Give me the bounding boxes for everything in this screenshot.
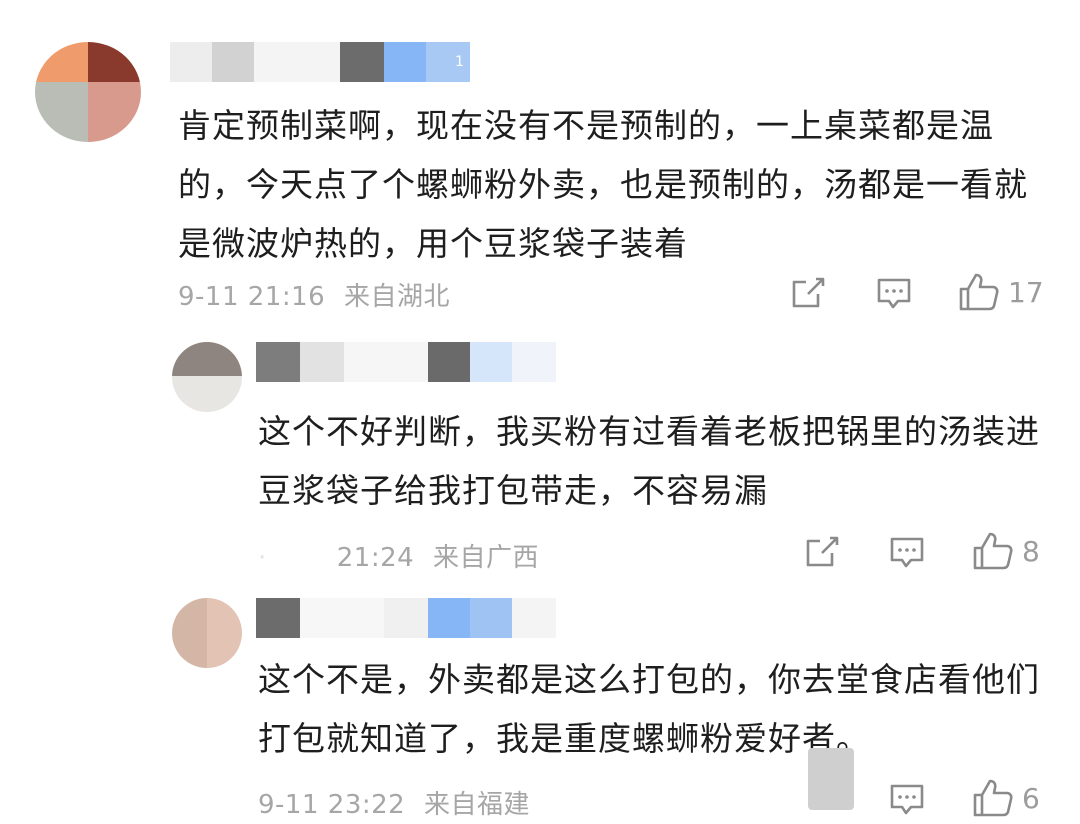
username-blurred[interactable]: [170, 42, 470, 82]
like-count: 8: [1022, 534, 1040, 568]
avatar[interactable]: [172, 342, 242, 412]
thumbs-up-icon: [972, 531, 1014, 571]
like-button[interactable]: 6: [972, 778, 1040, 818]
comment-location: 来自广西: [432, 543, 539, 573]
avatar[interactable]: [35, 42, 141, 142]
comment-meta: · 21:24 来自广西: [258, 537, 539, 574]
username-blurred[interactable]: [256, 342, 556, 382]
share-button[interactable]: [804, 535, 840, 569]
comment-time: 9-11 23:22: [258, 790, 406, 820]
comment-time-blurred: ·: [258, 543, 267, 573]
comment-time: 21:24: [336, 543, 415, 573]
share-external-icon: [804, 535, 840, 569]
comment-meta: 9-11 23:22 来自福建: [258, 784, 530, 821]
comment-reply-item: 这个不好判断，我买粉有过看着老板把锅里的汤装进豆浆袋子给我打包带走，不容易漏 ·…: [0, 330, 1080, 580]
like-button[interactable]: 8: [972, 531, 1040, 571]
comment-time: 9-11 21:16: [178, 282, 326, 312]
thumbs-up-icon: [958, 272, 1000, 312]
comment-reply-item: 这个不是，外卖都是这么打包的，你去堂食店看他们打包就知道了，我是重度螺蛳粉爱好者…: [0, 580, 1080, 824]
like-count: 17: [1008, 275, 1044, 309]
reply-button[interactable]: [889, 782, 925, 818]
comment-bubble-icon: [889, 782, 925, 818]
comment-bubble-icon: [889, 535, 925, 571]
thumbs-up-icon: [972, 778, 1014, 818]
share-button[interactable]: [790, 276, 826, 310]
comment-item: 1 肯定预制菜啊，现在没有不是预制的，一上桌菜都是温的，今天点了个螺蛳粉外卖，也…: [0, 0, 1080, 330]
comment-text: 这个不是，外卖都是这么打包的，你去堂食店看他们打包就知道了，我是重度螺蛳粉爱好者…: [258, 660, 1040, 758]
comment-meta: 9-11 21:16 来自湖北: [178, 276, 450, 313]
like-count: 6: [1022, 781, 1040, 815]
avatar[interactable]: [172, 598, 242, 668]
reply-button[interactable]: [889, 535, 925, 571]
blur-smudge: [808, 748, 854, 810]
comment-text: 这个不好判断，我买粉有过看着老板把锅里的汤装进豆浆袋子给我打包带走，不容易漏: [258, 412, 1040, 510]
comment-text: 肯定预制菜啊，现在没有不是预制的，一上桌菜都是温的，今天点了个螺蛳粉外卖，也是预…: [178, 106, 1028, 263]
reply-button[interactable]: [876, 276, 912, 312]
username-blurred[interactable]: [256, 598, 556, 638]
comment-location: 来自福建: [423, 790, 530, 820]
reply-badge: 1: [455, 54, 464, 70]
comment-location: 来自湖北: [343, 282, 450, 312]
like-button[interactable]: 17: [958, 272, 1044, 312]
share-external-icon: [790, 276, 826, 310]
comment-bubble-icon: [876, 276, 912, 312]
